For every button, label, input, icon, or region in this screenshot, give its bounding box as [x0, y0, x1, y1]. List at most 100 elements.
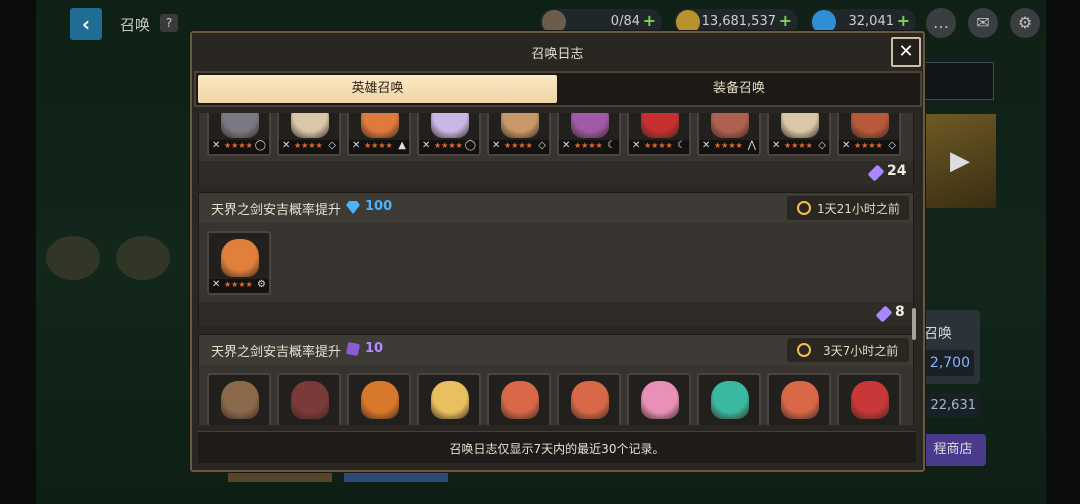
- star-rating: ★★★★: [644, 141, 673, 150]
- weapon-icon: ✕: [492, 140, 501, 151]
- hero-slot[interactable]: ✕ ★★★★ ◇: [767, 113, 831, 156]
- hero-slot[interactable]: [697, 373, 761, 425]
- hero-info-bar: ✕ ★★★★ ☾: [559, 140, 619, 154]
- element-icon: ⋀: [747, 140, 756, 151]
- weapon-icon: ✕: [632, 140, 641, 151]
- hero-slot[interactable]: ✕ ★★★★ ▲: [347, 113, 411, 156]
- hero-slot[interactable]: [837, 373, 901, 425]
- add-gem-icon[interactable]: +: [897, 11, 910, 30]
- summon-log-list[interactable]: ✕ ★★★★ ◯ ✕ ★★★★ ◇ ✕ ★★★★ ▲ ✕ ★★★★ ◯ ✕ ★★★★ ◇ ✕ ★★★★ ☾ ✕ ★★★…: [198, 113, 916, 425]
- settings-icon[interactable]: ⚙: [1010, 8, 1040, 38]
- dialog-title: 召唤日志: [531, 47, 584, 62]
- hero-portrait: [361, 113, 399, 138]
- background-count-value: 22,631: [926, 394, 980, 418]
- add-gold-icon[interactable]: +: [779, 11, 792, 30]
- element-icon: ◯: [254, 140, 266, 151]
- background-button: [228, 472, 332, 482]
- background-panel: [924, 62, 994, 100]
- banner-title: 天界之剑安吉概率提升: [211, 203, 342, 218]
- clock-icon: [797, 201, 811, 215]
- element-icon: ◇: [538, 140, 546, 151]
- hero-slot[interactable]: [207, 373, 271, 425]
- hero-slot[interactable]: [627, 373, 691, 425]
- element-icon: ☾: [607, 140, 616, 151]
- background-banner: ▶: [924, 114, 996, 208]
- hero-slot[interactable]: ✕ ★★★★ ◇: [277, 113, 341, 156]
- hero-slot[interactable]: [277, 373, 341, 425]
- summon-screen: ‹ 召唤 ? 0/84 + 13,681,537 + 32,041 + … ✉ …: [0, 0, 1080, 504]
- star-rating: ★★★★: [224, 280, 253, 289]
- hero-slot[interactable]: ✕ ★★★★ ☾: [557, 113, 621, 156]
- hero-portrait: [781, 113, 819, 138]
- play-icon: ▶: [950, 146, 970, 176]
- log-entry: 天界之剑安吉概率提升 100 1天21小时之前 ✕ ★★★★ ⚙ 8: [198, 192, 914, 326]
- gold-value: 13,681,537: [701, 14, 776, 29]
- tab-hero-summon[interactable]: 英雄召唤: [198, 75, 557, 103]
- hero-slot[interactable]: [417, 373, 481, 425]
- dialog-footer: 召唤日志仅显示7天内的最近30个记录。: [198, 431, 916, 463]
- hero-slot[interactable]: [767, 373, 831, 425]
- star-rating: ★★★★: [294, 141, 323, 150]
- hero-slot[interactable]: ✕ ★★★★ ◯: [207, 113, 271, 156]
- summon-ticket-icon: [345, 341, 361, 357]
- hero-portrait: [571, 381, 609, 419]
- banner-title: 天界之剑安吉概率提升: [211, 345, 342, 360]
- cost-value: 100: [365, 199, 393, 214]
- weapon-icon: ✕: [842, 140, 851, 151]
- hero-slot[interactable]: ✕ ★★★★ ◯: [417, 113, 481, 156]
- back-button[interactable]: ‹: [70, 8, 102, 40]
- star-rating: ★★★★: [854, 141, 883, 150]
- mail-icon[interactable]: ✉: [968, 8, 998, 38]
- hero-portrait: [221, 381, 259, 419]
- hero-slot[interactable]: [557, 373, 621, 425]
- hero-slot[interactable]: ✕ ★★★★ ☾: [627, 113, 691, 156]
- hero-portrait: [431, 381, 469, 419]
- hero-portrait: [291, 113, 329, 138]
- close-button[interactable]: ✕: [891, 37, 921, 67]
- hero-slot[interactable]: ✕ ★★★★ ⚙: [207, 231, 271, 295]
- element-icon: ◯: [464, 140, 476, 151]
- hero-info-bar: ✕ ★★★★ ⋀: [699, 140, 759, 154]
- hero-info-bar: ✕ ★★★★ ◯: [209, 140, 269, 154]
- footer-note: 召唤日志仅显示7天内的最近30个记录。: [449, 442, 665, 456]
- hero-slot[interactable]: [347, 373, 411, 425]
- hero-slot[interactable]: ✕ ★★★★ ◇: [837, 113, 901, 156]
- element-icon: ▲: [398, 140, 406, 151]
- add-stamina-icon[interactable]: +: [643, 11, 656, 30]
- stamina-value: 0/84: [610, 14, 640, 29]
- weapon-icon: ✕: [772, 140, 781, 151]
- star-rating: ★★★★: [784, 141, 813, 150]
- element-icon: ☾: [677, 140, 686, 151]
- log-entry: ✕ ★★★★ ◯ ✕ ★★★★ ◇ ✕ ★★★★ ▲ ✕ ★★★★ ◯ ✕ ★★★★ ◇ ✕ ★★★★ ☾ ✕ ★★★…: [198, 113, 914, 185]
- crystal-icon: [875, 305, 893, 323]
- scrollbar[interactable]: [912, 308, 916, 340]
- help-icon[interactable]: ?: [160, 14, 178, 32]
- weapon-icon: ✕: [702, 140, 711, 151]
- tab-equipment-summon[interactable]: 装备召唤: [560, 75, 918, 103]
- weapon-icon: ✕: [212, 279, 221, 290]
- hero-info-bar: ✕ ★★★★ ☾: [629, 140, 689, 154]
- page-title: 召唤: [120, 16, 151, 34]
- hero-portrait: [431, 113, 469, 138]
- clock-icon: [797, 343, 811, 357]
- hero-slot[interactable]: [487, 373, 551, 425]
- star-rating: ★★★★: [504, 141, 533, 150]
- weapon-icon: ✕: [282, 140, 291, 151]
- background-cost-value: 2,700: [926, 350, 974, 376]
- weapon-icon: ✕: [352, 140, 361, 151]
- hero-portrait: [501, 113, 539, 138]
- chat-icon[interactable]: …: [926, 8, 956, 38]
- hero-portrait: [571, 113, 609, 138]
- background-shop-button[interactable]: 程商店: [920, 434, 986, 466]
- hero-slot[interactable]: ✕ ★★★★ ◇: [487, 113, 551, 156]
- hero-info-bar: ✕ ★★★★ ◇: [279, 140, 339, 154]
- element-icon: ◇: [328, 140, 336, 151]
- entry-header: 天界之剑安吉概率提升 10 3天7小时之前: [199, 335, 913, 365]
- hero-portrait: [711, 381, 749, 419]
- hero-slot[interactable]: ✕ ★★★★ ⋀: [697, 113, 761, 156]
- weapon-icon: ✕: [422, 140, 431, 151]
- hero-info-bar: ✕ ★★★★ ◇: [489, 140, 549, 154]
- hero-portrait: [221, 239, 259, 277]
- background-summon-label: 召唤: [924, 326, 952, 342]
- tab-bar: 英雄召唤 装备召唤: [194, 71, 922, 107]
